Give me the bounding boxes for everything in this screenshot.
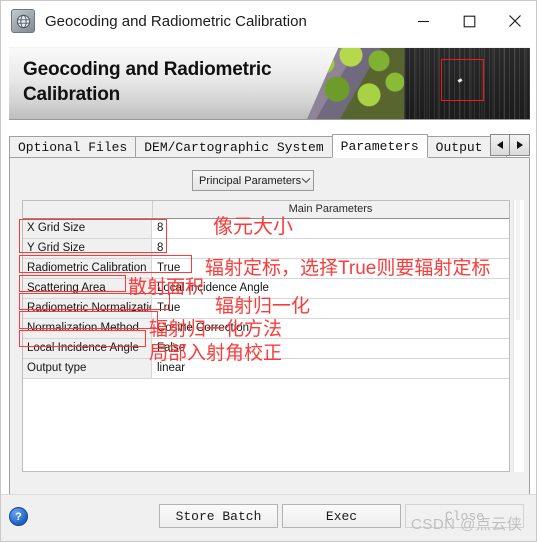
- window-titlebar: Geocoding and Radiometric Calibration: [1, 1, 536, 41]
- table-row[interactable]: Normalization Method Cosine Correction: [23, 319, 509, 339]
- close-window-button[interactable]: [492, 1, 536, 41]
- table-vertical-scrollbar[interactable]: [513, 200, 524, 472]
- tab-optional-files[interactable]: Optional Files: [9, 136, 137, 158]
- tab-label: Parameters: [340, 138, 419, 154]
- banner-heading: Geocoding and Radiometric Calibration: [23, 59, 272, 105]
- table-row[interactable]: Output type linear: [23, 359, 509, 379]
- parameter-name-cell: Y Grid Size: [23, 239, 152, 258]
- parameter-name-cell: Scattering Area: [23, 279, 152, 298]
- scrollbar-thumb[interactable]: [516, 200, 520, 320]
- parameter-value-cell[interactable]: False: [153, 339, 509, 358]
- table-body: X Grid Size 8 Y Grid Size 8 Radiometric Cali…: [23, 219, 509, 379]
- parameter-value-cell[interactable]: Cosine Correction: [153, 319, 509, 338]
- table-row[interactable]: Local Incidence Angle False: [23, 339, 509, 359]
- banner: Geocoding and Radiometric Calibration: [9, 47, 530, 120]
- tab-parameters[interactable]: Parameters: [331, 134, 428, 158]
- tab-label: DEM/Cartographic System: [144, 139, 324, 155]
- parameter-value-cell[interactable]: Local Incidence Angle: [153, 279, 509, 298]
- tab-dem-cartographic-system[interactable]: DEM/Cartographic System: [135, 136, 333, 158]
- application-window: Geocoding and Radiometric Calibration Ge…: [0, 0, 537, 542]
- tab-bar: Optional Files DEM/Cartographic System P…: [9, 134, 530, 158]
- chevron-down-icon: [301, 175, 311, 187]
- close-button: Close: [405, 504, 524, 528]
- table-row[interactable]: X Grid Size 8: [23, 219, 509, 239]
- parameter-value-cell[interactable]: 8: [153, 219, 509, 238]
- table-row[interactable]: Y Grid Size 8: [23, 239, 509, 259]
- maximize-button[interactable]: [446, 1, 492, 41]
- parameters-tab-panel: Principal Parameters Main Parameters X G…: [9, 157, 530, 495]
- table-row[interactable]: Radiometric Normalization True: [23, 299, 509, 319]
- table-header-row: Main Parameters: [23, 201, 509, 219]
- parameter-name-cell: Radiometric Normalization: [23, 299, 152, 318]
- sar-radar-photo: [404, 48, 530, 119]
- chevron-right-icon: [516, 141, 523, 149]
- parameter-value-cell[interactable]: 8: [153, 239, 509, 258]
- parameter-name-cell: Output type: [23, 359, 152, 378]
- chevron-left-icon: [497, 141, 503, 149]
- table-row[interactable]: Scattering Area Local Incidence Angle: [23, 279, 509, 299]
- dialog-footer: ? Store Batch Exec Close: [1, 494, 536, 541]
- parameter-set-selector-row: Principal Parameters: [192, 170, 314, 191]
- banner-image: [307, 48, 530, 119]
- parameter-name-cell: Normalization Method: [23, 319, 152, 338]
- parameter-name-cell: X Grid Size: [23, 219, 152, 238]
- minimize-button[interactable]: [400, 1, 446, 41]
- store-batch-button[interactable]: Store Batch: [159, 504, 278, 528]
- parameter-set-value: Principal Parameters: [199, 174, 302, 187]
- parameter-set-select[interactable]: Principal Parameters: [192, 170, 314, 191]
- tab-scroll-right-button[interactable]: [510, 134, 530, 156]
- globe-icon: [11, 9, 35, 33]
- tab-label: Output F: [435, 139, 499, 155]
- parameter-value-cell[interactable]: True: [153, 259, 509, 278]
- parameter-value-cell[interactable]: True: [153, 299, 509, 318]
- main-parameters-table: Main Parameters X Grid Size 8 Y Grid Size 8…: [22, 200, 510, 472]
- tab-scroll-left-button[interactable]: [490, 134, 510, 156]
- exec-button[interactable]: Exec: [282, 504, 401, 528]
- window-title: Geocoding and Radiometric Calibration: [45, 12, 307, 30]
- parameter-name-cell: Radiometric Calibration: [23, 259, 152, 278]
- tab-label: Optional Files: [18, 139, 128, 155]
- table-header-main-parameters: Main Parameters: [288, 203, 373, 215]
- table-row[interactable]: Radiometric Calibration True: [23, 259, 509, 279]
- tab-scroll-controls: [490, 134, 530, 156]
- parameter-name-cell: Local Incidence Angle: [23, 339, 152, 358]
- window-controls: [400, 1, 536, 41]
- parameter-value-cell[interactable]: linear: [153, 359, 509, 378]
- help-button[interactable]: ?: [9, 507, 28, 526]
